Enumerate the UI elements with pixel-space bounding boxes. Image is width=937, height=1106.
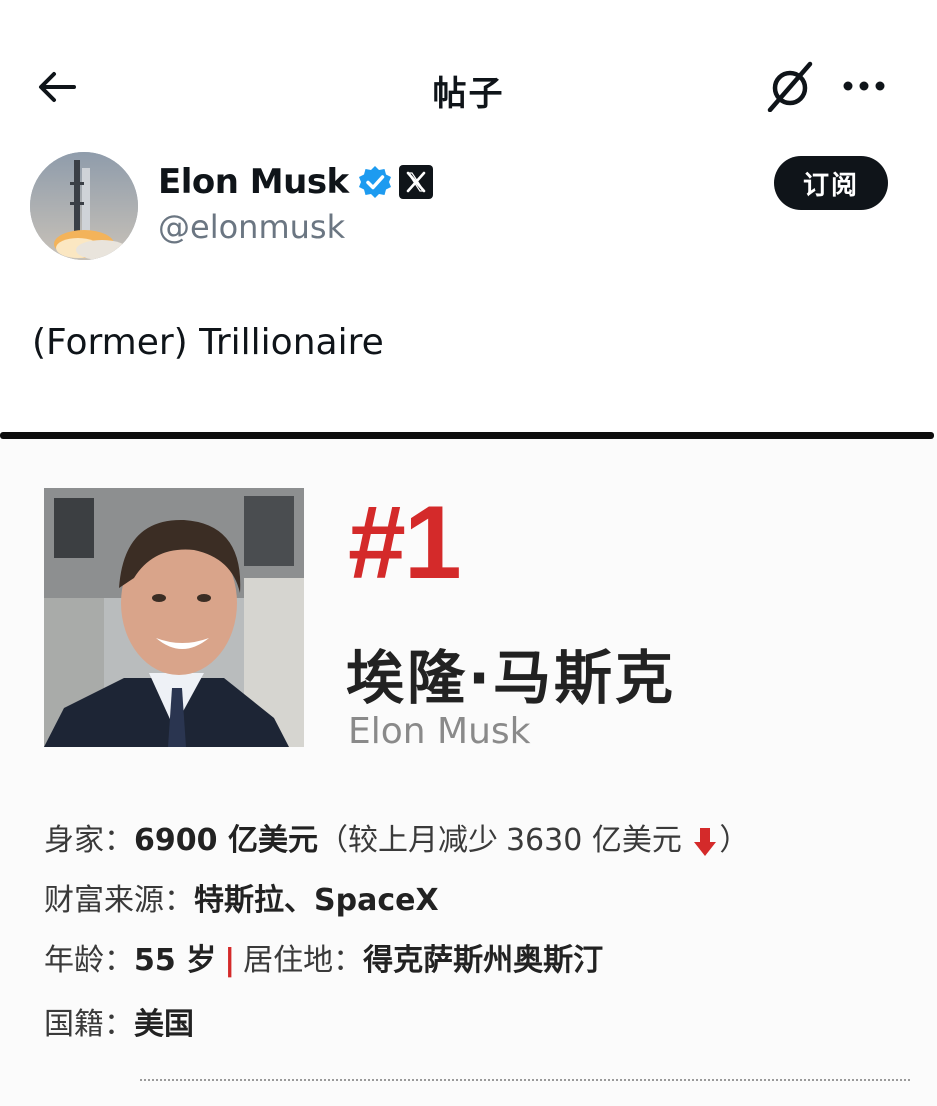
wealth-source-line: 财富来源：特斯拉、SpaceX xyxy=(44,875,439,919)
age-residence-line: 年龄：55 岁 | 居住地：得克萨斯州奥斯汀 xyxy=(44,935,603,979)
nationality-label: 国籍： xyxy=(44,1007,134,1042)
portrait-photo xyxy=(44,488,304,747)
net-worth-change-value: 3630 亿美元 xyxy=(505,823,682,858)
author-name-row: Elon Musk xyxy=(158,160,433,204)
subscribe-button[interactable]: 订阅 xyxy=(774,156,888,210)
verified-badge-icon xyxy=(358,166,391,198)
author-handle[interactable]: @elonmusk xyxy=(158,208,345,246)
post-image-card[interactable]: #1 埃隆·马斯克 Elon Musk 身家：6900 亿美元（较上月减少 363… xyxy=(0,439,937,1106)
arrow-down-icon xyxy=(694,827,717,856)
rank-number: #1 xyxy=(348,485,462,601)
separator: | xyxy=(224,943,236,978)
net-worth-label: 身家： xyxy=(44,823,134,858)
residence-value: 得克萨斯州奥斯汀 xyxy=(363,943,604,978)
more-horizontal-icon[interactable] xyxy=(840,70,888,102)
nationality-line: 国籍：美国 xyxy=(44,999,194,1043)
wealth-source-label: 财富来源： xyxy=(44,883,194,918)
net-worth-change-close: ） xyxy=(719,823,750,858)
grok-icon[interactable] xyxy=(764,60,816,112)
name-chinese: 埃隆·马斯克 xyxy=(346,644,677,712)
author-display-name[interactable]: Elon Musk xyxy=(158,162,349,202)
post-text: (Former) Trillionaire xyxy=(32,322,384,363)
net-worth-change-open: （较上月减少 xyxy=(317,823,498,858)
net-worth-line: 身家：6900 亿美元（较上月减少 3630 亿美元 ） xyxy=(44,815,749,859)
nationality-value: 美国 xyxy=(134,1007,194,1042)
x-logo-icon[interactable] xyxy=(398,165,433,199)
wealth-source-value: 特斯拉、SpaceX xyxy=(194,883,439,918)
person-portrait-image xyxy=(44,488,304,747)
dotted-divider xyxy=(140,1079,910,1081)
avatar[interactable] xyxy=(30,152,138,260)
name-english: Elon Musk xyxy=(348,711,531,752)
age-value: 55 岁 xyxy=(134,943,217,978)
net-worth-value: 6900 亿美元 xyxy=(134,823,318,858)
divider xyxy=(0,432,934,439)
top-bar: 帖子 xyxy=(0,0,937,140)
age-label: 年龄： xyxy=(44,943,134,978)
residence-label: 居住地： xyxy=(243,943,364,978)
rocket-launch-avatar-image xyxy=(30,152,138,260)
